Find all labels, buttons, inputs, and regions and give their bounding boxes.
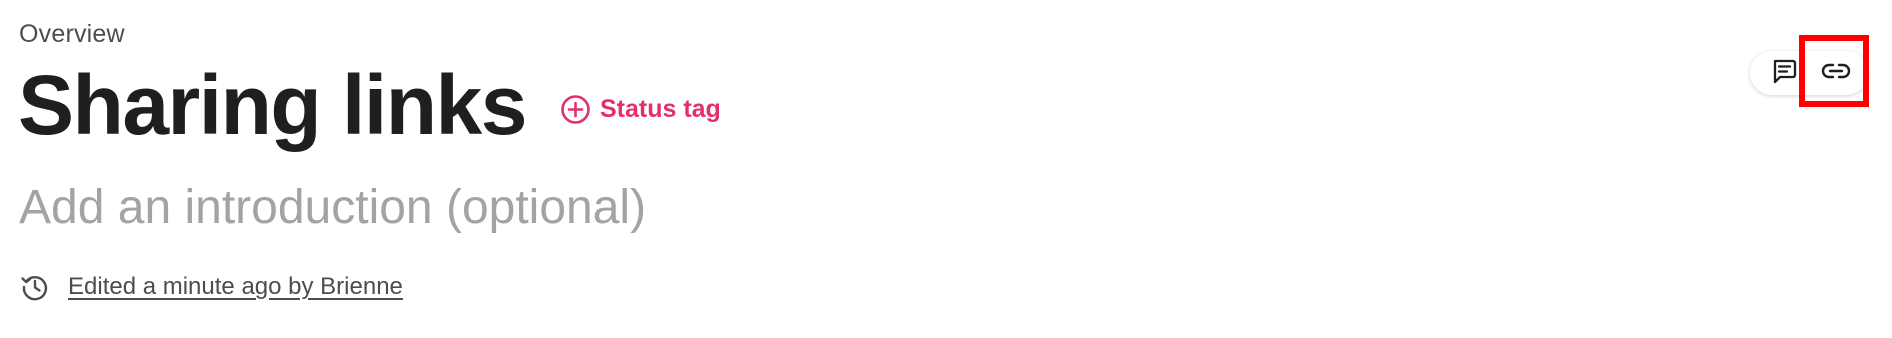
edit-history: Edited a minute ago by Brienne bbox=[20, 270, 403, 304]
title-row: Sharing links Status tag bbox=[18, 54, 721, 156]
status-tag-label: Status tag bbox=[599, 94, 721, 123]
status-tag-button[interactable]: Status tag bbox=[560, 94, 721, 125]
comment-icon bbox=[1770, 57, 1798, 90]
plus-circle-icon bbox=[560, 94, 591, 125]
introduction-field[interactable]: Add an introduction (optional) bbox=[19, 178, 646, 238]
page-actions bbox=[1750, 51, 1868, 95]
comment-button[interactable] bbox=[1758, 51, 1810, 95]
breadcrumb[interactable]: Overview bbox=[19, 18, 125, 50]
history-icon bbox=[20, 272, 50, 302]
page-title[interactable]: Sharing links bbox=[18, 54, 527, 156]
edit-history-link[interactable]: Edited a minute ago by Brienne bbox=[68, 273, 403, 301]
link-button[interactable] bbox=[1810, 51, 1862, 95]
link-icon bbox=[1820, 57, 1852, 90]
